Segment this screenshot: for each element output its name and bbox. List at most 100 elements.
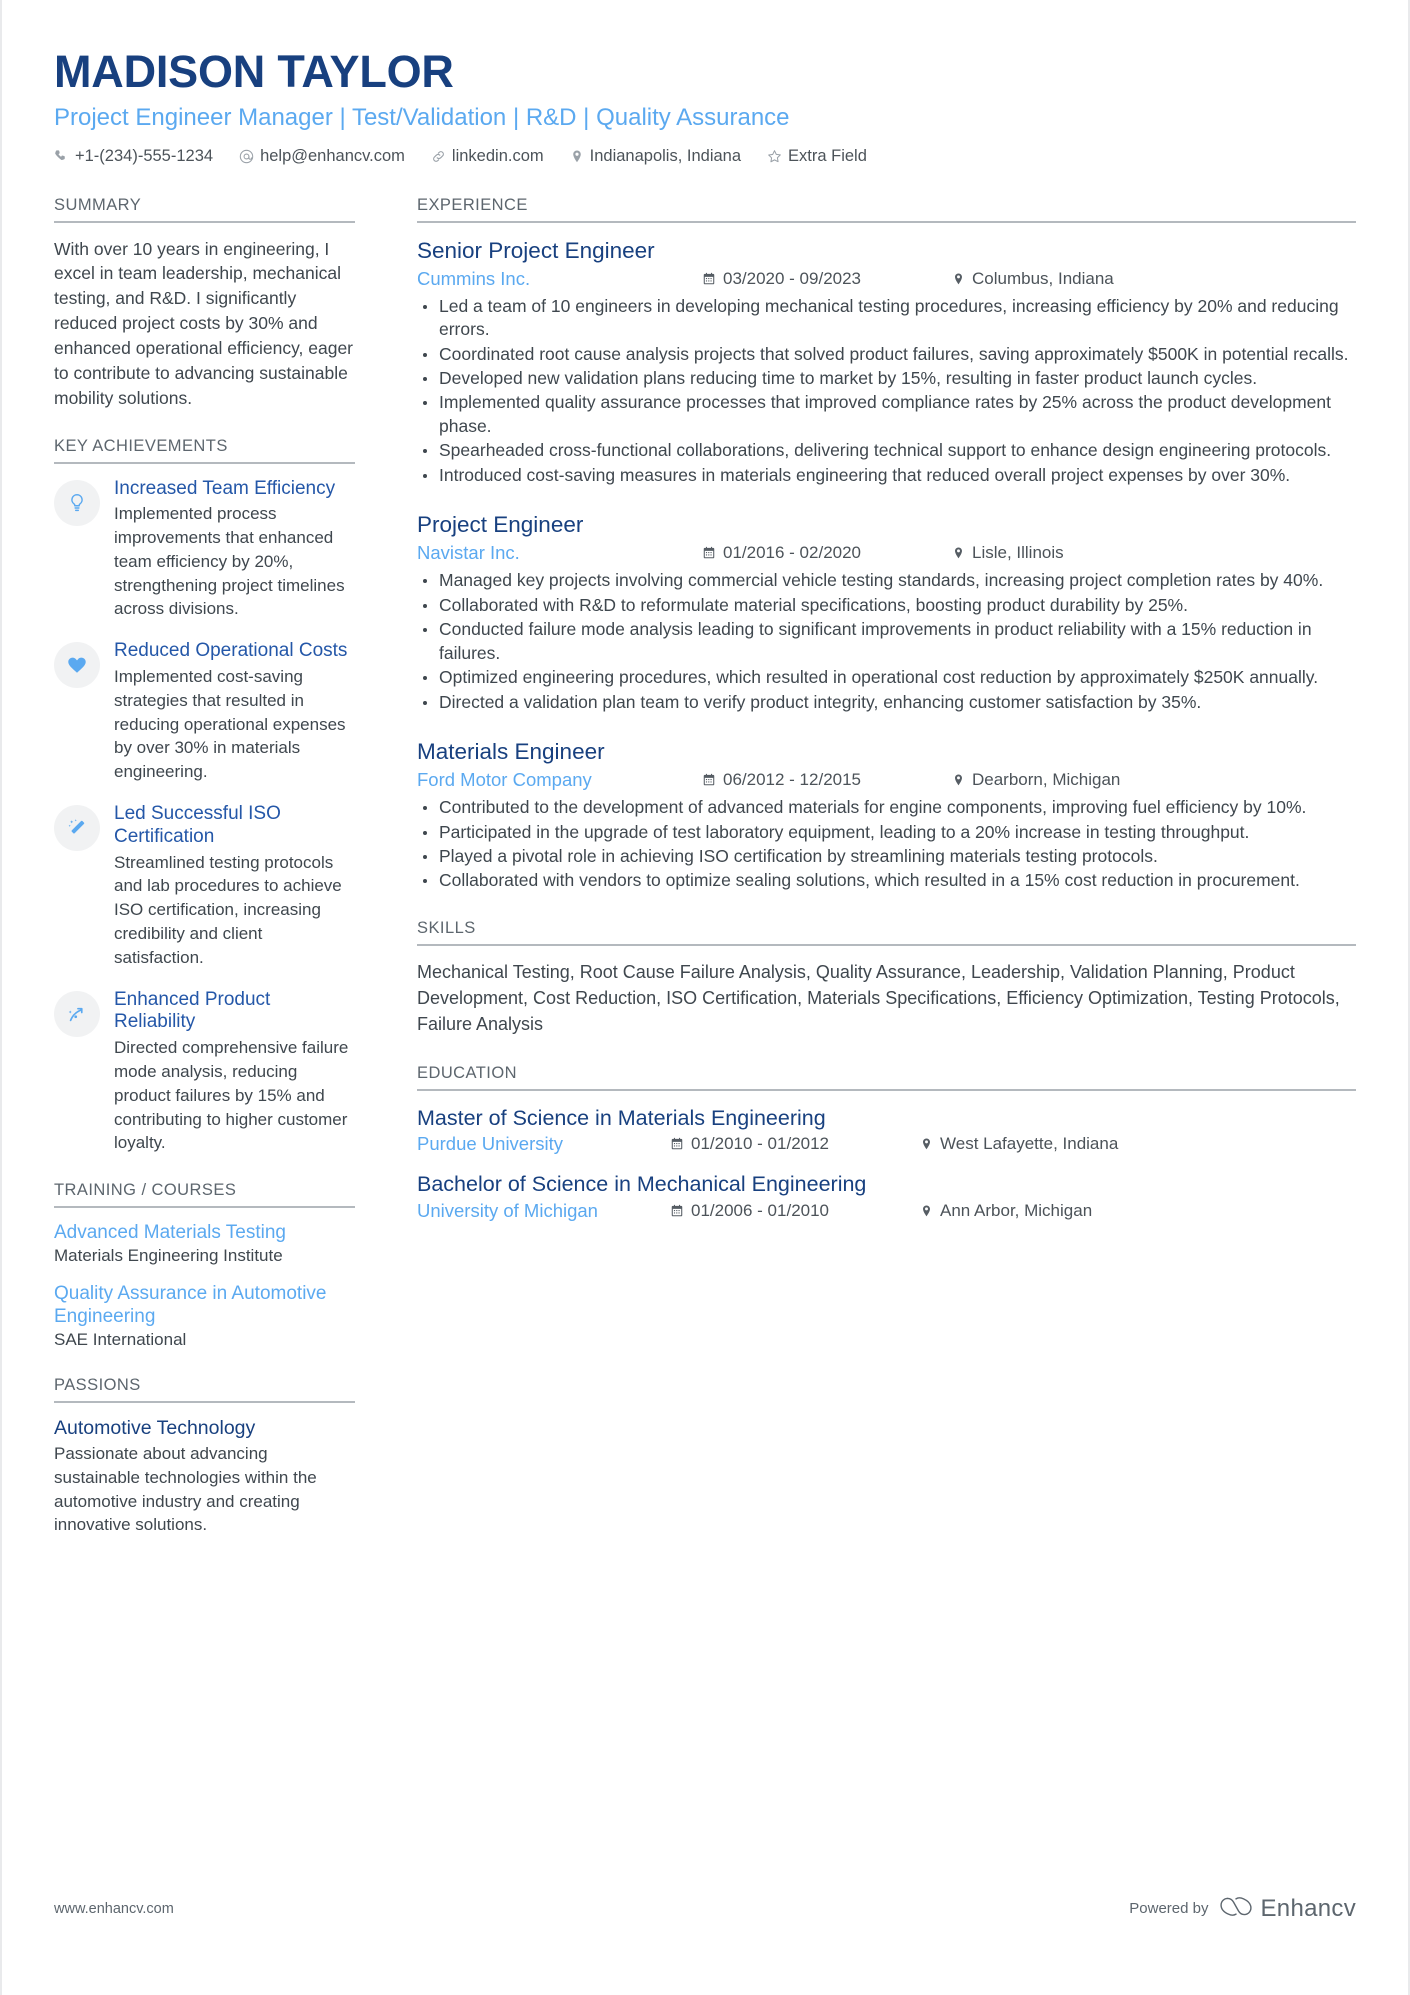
- powered-by-label: Powered by: [1129, 1900, 1209, 1917]
- job-location-text: Dearborn, Michigan: [972, 770, 1121, 790]
- education-school[interactable]: Purdue University: [417, 1133, 670, 1155]
- job-position: Senior Project Engineer: [417, 237, 655, 263]
- job-company[interactable]: Navistar Inc.: [417, 542, 702, 564]
- job-bullets: Contributed to the development of advanc…: [417, 796, 1356, 893]
- achievement-description: Directed comprehensive failure mode anal…: [114, 1038, 349, 1153]
- contact-phone[interactable]: +1-(234)-555-1234: [54, 147, 213, 166]
- education-item: Master of Science in Materials Engineeri…: [417, 1105, 1356, 1156]
- calendar-icon: [670, 1204, 684, 1218]
- contact-link[interactable]: linkedin.com: [431, 147, 544, 166]
- job-bullet: Coordinated root cause analysis projects…: [417, 343, 1356, 366]
- achievement-title: Enhanced Product Reliability: [114, 988, 271, 1033]
- location-pin-icon: [920, 1204, 933, 1218]
- left-column: SUMMARY With over 10 years in engineerin…: [54, 196, 381, 1564]
- resume-footer: www.enhancv.com Powered by Enhancv: [54, 1894, 1356, 1923]
- education-location: Ann Arbor, Michigan: [920, 1201, 1092, 1221]
- section-title-training-courses: TRAINING / COURSES: [54, 1181, 355, 1209]
- location-pin-icon: [570, 149, 584, 164]
- contact-email-text: help@enhancv.com: [260, 146, 405, 165]
- job-location: Dearborn, Michigan: [952, 770, 1120, 790]
- star-icon: [767, 149, 782, 164]
- achievement-title: Led Successful ISO Certification: [114, 803, 281, 847]
- section-experience: EXPERIENCE Senior Project Engineer Cummi…: [417, 196, 1356, 893]
- skills-text: Mechanical Testing, Root Cause Failure A…: [417, 961, 1340, 1034]
- achievement-icon-badge: [54, 642, 100, 689]
- job-dates-text: 01/2016 - 02/2020: [723, 543, 862, 563]
- achievement-item: Increased Team Efficiency Implemented pr…: [54, 478, 355, 622]
- job-bullet: Collaborated with R&D to reformulate mat…: [417, 594, 1356, 617]
- lightbulb-icon: [66, 492, 88, 514]
- right-column: EXPERIENCE Senior Project Engineer Cummi…: [381, 196, 1356, 1249]
- job-bullet: Developed new validation plans reducing …: [417, 367, 1356, 390]
- resume-body: SUMMARY With over 10 years in engineerin…: [54, 196, 1356, 1564]
- training-item: Quality Assurance in Automotive Engineer…: [54, 1283, 355, 1350]
- achievement-item: Enhanced Product Reliability Directed co…: [54, 989, 355, 1156]
- footer-website[interactable]: www.enhancv.com: [54, 1901, 174, 1917]
- achievement-item: Led Successful ISO Certification Streaml…: [54, 803, 355, 970]
- job-meta: Navistar Inc. 01/2016 - 02/2020 Lisle, I…: [417, 542, 1356, 564]
- training-item: Advanced Materials Testing Materials Eng…: [54, 1222, 355, 1266]
- magic-wand-icon: [66, 817, 88, 839]
- achievement-item: Reduced Operational Costs Implemented co…: [54, 640, 355, 784]
- achievement-title: Increased Team Efficiency: [114, 477, 336, 499]
- job-dates: 06/2012 - 12/2015: [702, 770, 952, 790]
- section-summary: SUMMARY With over 10 years in engineerin…: [54, 196, 355, 411]
- education-dates-text: 01/2006 - 01/2010: [691, 1201, 830, 1221]
- email-icon: [239, 149, 254, 164]
- job-position: Project Engineer: [417, 512, 584, 538]
- location-pin-icon: [920, 1137, 933, 1151]
- enhancv-brand: Enhancv: [1219, 1894, 1357, 1923]
- achievement-title: Reduced Operational Costs: [114, 640, 348, 662]
- section-education: EDUCATION Master of Science in Materials…: [417, 1064, 1356, 1223]
- achievement-icon-badge: [54, 479, 100, 526]
- section-key-achievements: KEY ACHIEVEMENTS Increased Team Efficien…: [54, 437, 355, 1156]
- education-dates: 01/2010 - 01/2012: [670, 1134, 920, 1154]
- contact-phone-text: +1-(234)-555-1234: [75, 146, 214, 165]
- job-dates: 01/2016 - 02/2020: [702, 543, 952, 563]
- education-degree: Master of Science in Materials Engineeri…: [417, 1105, 826, 1130]
- contact-email[interactable]: help@enhancv.com: [239, 147, 405, 166]
- job-bullet: Spearheaded cross-functional collaborati…: [417, 439, 1356, 462]
- education-location: West Lafayette, Indiana: [920, 1134, 1118, 1154]
- job-company[interactable]: Cummins Inc.: [417, 268, 702, 290]
- location-pin-icon: [952, 272, 965, 286]
- candidate-name: MADISON TAYLOR: [54, 46, 454, 97]
- achievement-icon-badge: [54, 805, 100, 852]
- link-icon: [431, 149, 446, 164]
- heart-icon: [66, 654, 88, 676]
- job-bullet: Collaborated with vendors to optimize se…: [417, 869, 1356, 892]
- section-passions: PASSIONS Automotive Technology Passionat…: [54, 1376, 355, 1538]
- education-dates-text: 01/2010 - 01/2012: [691, 1134, 830, 1154]
- trend-arrow-icon: [66, 1003, 88, 1025]
- section-title-key-achievements: KEY ACHIEVEMENTS: [54, 437, 355, 464]
- education-item: Bachelor of Science in Mechanical Engine…: [417, 1171, 1356, 1222]
- contact-extra-field[interactable]: Extra Field: [767, 147, 867, 166]
- enhancv-logo-icon: [1219, 1894, 1253, 1923]
- experience-item: Materials Engineer Ford Motor Company 06…: [417, 738, 1356, 893]
- location-pin-icon: [952, 773, 965, 787]
- job-bullets: Led a team of 10 engineers in developing…: [417, 295, 1356, 488]
- education-school[interactable]: University of Michigan: [417, 1200, 670, 1222]
- section-title-passions: PASSIONS: [54, 1376, 355, 1403]
- section-skills: SKILLS Mechanical Testing, Root Cause Fa…: [417, 919, 1356, 1038]
- achievement-description: Implemented cost-saving strategies that …: [114, 667, 346, 782]
- section-training-courses: TRAINING / COURSES Advanced Materials Te…: [54, 1181, 355, 1349]
- training-name[interactable]: Quality Assurance in Automotive Engineer…: [54, 1283, 355, 1329]
- summary-text: With over 10 years in engineering, I exc…: [54, 238, 354, 408]
- resume-page: MADISON TAYLOR Project Engineer Manager …: [0, 0, 1410, 1995]
- contact-location[interactable]: Indianapolis, Indiana: [570, 147, 741, 166]
- job-meta: Ford Motor Company 06/2012 - 12/2015 Dea…: [417, 769, 1356, 791]
- achievement-icon-badge: [54, 990, 100, 1037]
- job-meta: Cummins Inc. 03/2020 - 09/2023 Columbus,…: [417, 268, 1356, 290]
- job-company[interactable]: Ford Motor Company: [417, 769, 702, 791]
- education-location-text: West Lafayette, Indiana: [940, 1134, 1119, 1154]
- job-location-text: Columbus, Indiana: [972, 268, 1114, 288]
- contact-link-text: linkedin.com: [451, 146, 544, 165]
- section-title-experience: EXPERIENCE: [417, 196, 1356, 223]
- passion-name: Automotive Technology: [54, 1416, 256, 1439]
- calendar-icon: [702, 773, 716, 787]
- contact-location-text: Indianapolis, Indiana: [589, 146, 742, 165]
- achievement-description: Streamlined testing protocols and lab pr…: [114, 852, 342, 967]
- training-organization: Materials Engineering Institute: [54, 1246, 283, 1266]
- training-name[interactable]: Advanced Materials Testing: [54, 1222, 355, 1245]
